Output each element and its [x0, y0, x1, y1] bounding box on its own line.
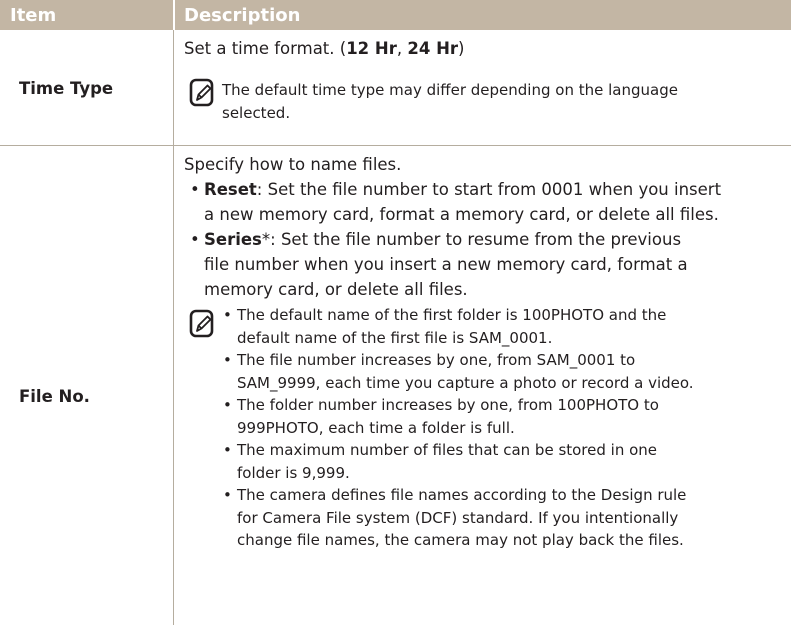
- bullet: •: [223, 441, 232, 459]
- time-type-note: The default time type may differ dependi…: [222, 81, 678, 122]
- header-description: Description: [184, 5, 301, 26]
- bullet: •: [190, 230, 200, 249]
- note-bullet-1: • The default name of the first folder i…: [223, 306, 667, 347]
- note-bullet-2: • The file number increases by one, from…: [223, 351, 694, 392]
- bullet: •: [190, 180, 200, 199]
- bullet: •: [223, 396, 232, 414]
- column-divider: [173, 30, 174, 625]
- bullet: •: [223, 351, 232, 369]
- row-divider: [0, 145, 791, 146]
- file-no-intro: Specify how to name files.: [184, 155, 402, 174]
- header-item: Item: [10, 5, 57, 26]
- note-bullet-4: • The maximum number of files that can b…: [223, 441, 658, 482]
- header-divider: [173, 0, 175, 30]
- item-time-type: Time Type: [19, 79, 114, 98]
- bullet: •: [223, 486, 232, 504]
- time-type-intro: Set a time format. (12 Hr, 24 Hr): [184, 39, 465, 58]
- note-pencil-icon: [189, 309, 214, 338]
- note-pencil-icon: [189, 78, 214, 107]
- note-bullet-3: • The folder number increases by one, fr…: [223, 396, 659, 437]
- item-file-no: File No.: [19, 387, 90, 406]
- note-bullet-5: • The camera defines file names accordin…: [223, 486, 687, 550]
- option-series: • Series*: Set the file number to resume…: [190, 227, 688, 302]
- table-header: Item Description: [0, 0, 791, 30]
- bullet: •: [223, 306, 232, 324]
- option-reset: • Reset: Set the file number to start fr…: [190, 177, 721, 227]
